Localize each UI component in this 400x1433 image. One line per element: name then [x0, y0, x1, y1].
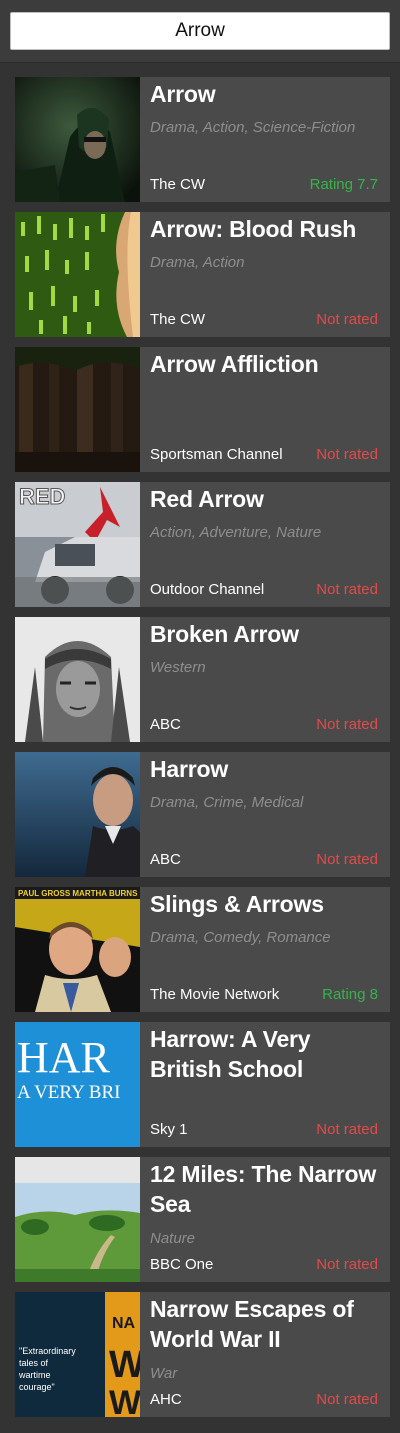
forest-poster: [15, 347, 140, 472]
show-info: Arrow: Blood Rush Drama, Action The CW Not …: [140, 212, 390, 337]
show-network: ABC: [150, 851, 181, 868]
harrow-poster: [15, 752, 140, 877]
show-title: Arrow Affliction: [150, 351, 319, 377]
show-info: Red Arrow Action, Adventure, Nature Outdoo…: [140, 482, 390, 607]
show-title: 12 Miles: The Narrow Sea: [150, 1161, 377, 1217]
show-card[interactable]: Arrow: Blood Rush Drama, Action The CW Not …: [15, 212, 390, 337]
svg-text:NA: NA: [112, 1315, 136, 1332]
show-genres: Drama, Comedy, Romance: [150, 929, 331, 946]
show-rating: Rating 8: [322, 986, 378, 1003]
show-rating: Rating 7.7: [309, 176, 378, 193]
svg-text:RED: RED: [19, 484, 65, 509]
svg-text:W: W: [109, 1344, 140, 1386]
show-info: Harrow: A Very British School Sky 1 Not ra…: [140, 1022, 390, 1147]
show-genres: Western: [150, 659, 206, 676]
show-card[interactable]: Arrow Affliction Sportsman Channel Not rat…: [15, 347, 390, 472]
show-network: BBC One: [150, 1256, 214, 1273]
show-info: 12 Miles: The Narrow Sea Nature BBC One Not…: [140, 1157, 390, 1282]
show-info: Broken Arrow Western ABC Not rated: [140, 617, 390, 742]
show-rating: Not rated: [316, 446, 378, 463]
arrow-poster: [15, 77, 140, 202]
show-card[interactable]: Broken Arrow Western ABC Not rated: [15, 617, 390, 742]
broken-arrow-poster: [15, 617, 140, 742]
show-rating: Not rated: [316, 1256, 378, 1273]
show-rating: Not rated: [316, 716, 378, 733]
show-network: Sportsman Channel: [150, 446, 283, 463]
show-title: Harrow: A Very British School: [150, 1026, 311, 1082]
show-network: Outdoor Channel: [150, 581, 265, 598]
svg-text:W: W: [109, 1384, 140, 1417]
show-genres: War: [150, 1365, 178, 1382]
show-info: Harrow Drama, Crime, Medical ABC Not rated: [140, 752, 390, 877]
show-genres: Nature: [150, 1230, 196, 1247]
show-rating: Not rated: [316, 1391, 378, 1408]
show-card[interactable]: HAR A VERY BRI Harrow: A Very British Sch…: [15, 1022, 390, 1147]
narrow-sea-poster: [15, 1157, 140, 1282]
show-title: Harrow: [150, 756, 229, 782]
show-info: Slings & Arrows Drama, Comedy, Romance The…: [140, 887, 390, 1012]
show-genres: Drama, Action, Science-Fiction: [150, 119, 356, 136]
show-genres: Action, Adventure, Nature: [150, 524, 322, 541]
show-network: The Movie Network: [150, 986, 280, 1003]
show-info: Arrow Drama, Action, Science-Fiction The C…: [140, 77, 390, 202]
show-network: Sky 1: [150, 1121, 188, 1138]
red-arrow-poster: RED: [15, 482, 140, 607]
show-card[interactable]: Arrow Drama, Action, Science-Fiction The C…: [15, 77, 390, 202]
harrow-school-poster: HAR A VERY BRI: [15, 1022, 140, 1147]
narrow-escapes-poster: NA W W "Extraordinary tales of wartime cour…: [15, 1292, 140, 1417]
show-card[interactable]: 12 Miles: The Narrow Sea Nature BBC One Not…: [15, 1157, 390, 1282]
blood-rush-poster: [15, 212, 140, 337]
show-card[interactable]: Harrow Drama, Crime, Medical ABC Not rated: [15, 752, 390, 877]
show-genres: Drama, Action: [150, 254, 245, 271]
show-title: Narrow Escapes of World War II: [150, 1296, 354, 1352]
show-title: Slings & Arrows: [150, 891, 324, 917]
show-info: Narrow Escapes of World War II War AHC Not …: [140, 1292, 390, 1417]
show-network: AHC: [150, 1391, 182, 1408]
show-title: Red Arrow: [150, 486, 264, 512]
show-card[interactable]: PAUL GROSS MARTHA BURNS Slings & Arrows D…: [15, 887, 390, 1012]
show-info: Arrow Affliction Sportsman Channel Not rat…: [140, 347, 390, 472]
svg-text:PAUL GROSS MARTHA BURNS: PAUL GROSS MARTHA BURNS: [18, 889, 138, 898]
show-rating: Not rated: [316, 1121, 378, 1138]
show-genres: Drama, Crime, Medical: [150, 794, 304, 811]
search-input[interactable]: [10, 12, 390, 50]
show-card[interactable]: NA W W "Extraordinary tales of wartime cour…: [15, 1292, 390, 1417]
show-title: Arrow: Blood Rush: [150, 216, 357, 242]
show-card[interactable]: RED Red Arrow Action, Adventure, Nature Ou…: [15, 482, 390, 607]
show-network: The CW: [150, 176, 206, 193]
svg-text:HAR: HAR: [17, 1033, 111, 1082]
show-rating: Not rated: [316, 851, 378, 868]
show-title: Broken Arrow: [150, 621, 299, 647]
show-network: ABC: [150, 716, 181, 733]
search-header: [0, 0, 400, 63]
svg-text:A VERY BRI: A VERY BRI: [17, 1082, 120, 1103]
show-title: Arrow: [150, 81, 216, 107]
show-rating: Not rated: [316, 581, 378, 598]
show-rating: Not rated: [316, 311, 378, 328]
show-network: The CW: [150, 311, 206, 328]
slings-arrows-poster: PAUL GROSS MARTHA BURNS: [15, 887, 140, 1012]
